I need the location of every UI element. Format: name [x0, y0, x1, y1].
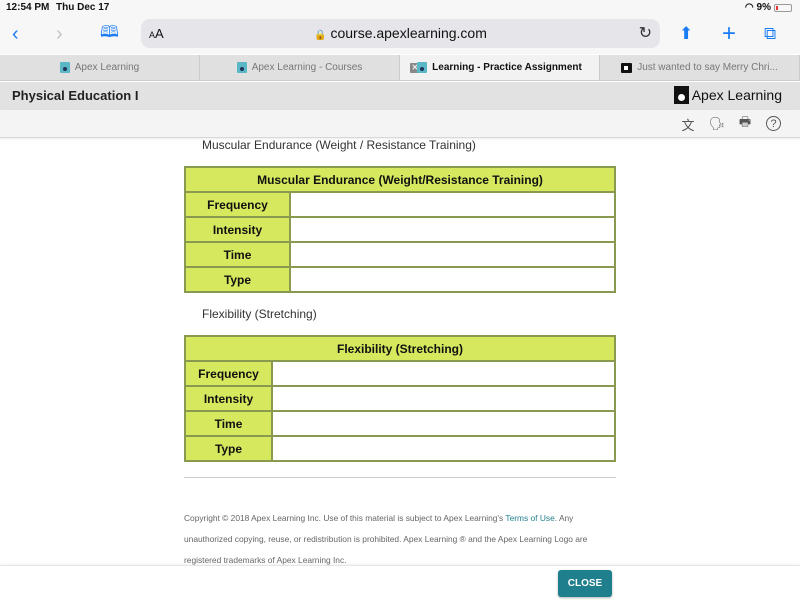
table-row: Time	[184, 241, 616, 268]
table-row: Time	[184, 410, 616, 437]
app-header: Physical Education I Apex Learning	[0, 82, 800, 110]
apex-logo: Apex Learning	[673, 86, 782, 104]
site-favicon-icon	[621, 62, 633, 73]
table-row: Type	[184, 435, 616, 462]
battery-icon	[774, 3, 792, 12]
status-right: ◠ 9%	[745, 2, 792, 13]
table-row: Intensity	[184, 385, 616, 412]
apex-logo-icon	[673, 86, 689, 104]
flexibility-table: Flexibility (Stretching) Frequency Inten…	[184, 335, 616, 462]
tab-apex-learning[interactable]: Apex Learning	[0, 55, 200, 80]
tab-label: Just wanted to say Merry Chri...	[637, 62, 778, 73]
row-label-type: Type	[184, 266, 291, 293]
row-label-time: Time	[184, 410, 273, 437]
tab-merry-christmas[interactable]: Just wanted to say Merry Chri...	[600, 55, 800, 80]
table-row: Frequency	[184, 191, 616, 218]
lock-icon: 🔒	[314, 30, 327, 41]
row-label-time: Time	[184, 241, 291, 268]
battery-percent: 9%	[756, 2, 771, 13]
status-time: 12:54 PM	[6, 2, 50, 13]
back-icon[interactable]: ‹	[12, 22, 19, 46]
browser-toolbar: ‹ › 🕮 AA 🔒 course.apexlearning.com ↻ ⬆ +…	[0, 16, 800, 54]
row-label-intensity: Intensity	[184, 216, 291, 243]
section-label-muscular-endurance: Muscular Endurance (Weight / Resistance …	[202, 138, 476, 152]
muscular-endurance-table: Muscular Endurance (Weight/Resistance Tr…	[184, 166, 616, 293]
logo-text: Apex Learning	[691, 87, 782, 103]
status-bar: 12:54 PM Thu Dec 17 ◠ 9%	[0, 0, 800, 16]
intensity-input-cell[interactable]	[289, 216, 616, 243]
tab-label: Apex Learning	[74, 62, 140, 73]
bookmarks-icon[interactable]: 🕮	[100, 22, 119, 46]
translate-icon[interactable]: 文	[679, 115, 697, 133]
url-display[interactable]: 🔒 course.apexlearning.com	[141, 25, 660, 41]
new-tab-icon[interactable]: +	[722, 20, 736, 47]
table-row: Frequency	[184, 360, 616, 387]
print-icon[interactable]: 🖶	[736, 114, 754, 133]
copyright-text: Copyright © 2018 Apex Learning Inc. Use …	[184, 513, 506, 523]
terms-of-use-link[interactable]: Terms of Use	[505, 513, 554, 523]
row-label-frequency: Frequency	[184, 360, 273, 387]
tab-practice-assignment[interactable]: ✕ Learning - Practice Assignment	[400, 55, 600, 80]
tab-bar: Apex Learning Apex Learning - Courses ✕ …	[0, 55, 800, 81]
row-label-type: Type	[184, 435, 273, 462]
apex-favicon-icon	[417, 62, 428, 73]
apex-favicon-icon	[59, 62, 70, 73]
course-title: Physical Education I	[12, 88, 139, 103]
intensity-input-cell[interactable]	[271, 385, 616, 412]
close-button[interactable]: CLOSE	[558, 570, 612, 597]
url-text: course.apexlearning.com	[330, 25, 487, 41]
bottom-bar: CLOSE	[0, 565, 800, 600]
share-icon[interactable]: ⬆	[679, 22, 693, 46]
help-icon[interactable]: ?	[766, 116, 781, 131]
table-row: Type	[184, 266, 616, 293]
table-title: Flexibility (Stretching)	[184, 335, 616, 362]
section-label-flexibility: Flexibility (Stretching)	[202, 307, 317, 321]
status-date: Thu Dec 17	[56, 2, 110, 13]
tabs-overview-icon[interactable]: ⧉	[764, 22, 776, 46]
time-input-cell[interactable]	[271, 410, 616, 437]
time-input-cell[interactable]	[289, 241, 616, 268]
footer-divider	[184, 477, 616, 478]
forward-icon[interactable]: ›	[56, 22, 63, 46]
tab-label: Apex Learning - Courses	[251, 62, 363, 73]
address-bar[interactable]: AA 🔒 course.apexlearning.com ↻	[141, 19, 660, 48]
table-row: Intensity	[184, 216, 616, 243]
frequency-input-cell[interactable]	[271, 360, 616, 387]
row-label-frequency: Frequency	[184, 191, 291, 218]
frequency-input-cell[interactable]	[289, 191, 616, 218]
tab-label: Learning - Practice Assignment	[432, 62, 582, 73]
apex-favicon-icon	[236, 62, 247, 73]
row-label-intensity: Intensity	[184, 385, 273, 412]
type-input-cell[interactable]	[289, 266, 616, 293]
reload-icon[interactable]: ↻	[639, 23, 652, 43]
type-input-cell[interactable]	[271, 435, 616, 462]
tab-apex-courses[interactable]: Apex Learning - Courses	[200, 55, 400, 80]
table-title: Muscular Endurance (Weight/Resistance Tr…	[184, 166, 616, 193]
wifi-icon: ◠	[744, 2, 754, 13]
read-aloud-icon[interactable]: 🗣	[708, 115, 726, 133]
activity-toolbar: 文 🗣 🖶 ?	[0, 110, 800, 138]
copyright-notice: Copyright © 2018 Apex Learning Inc. Use …	[184, 508, 604, 571]
